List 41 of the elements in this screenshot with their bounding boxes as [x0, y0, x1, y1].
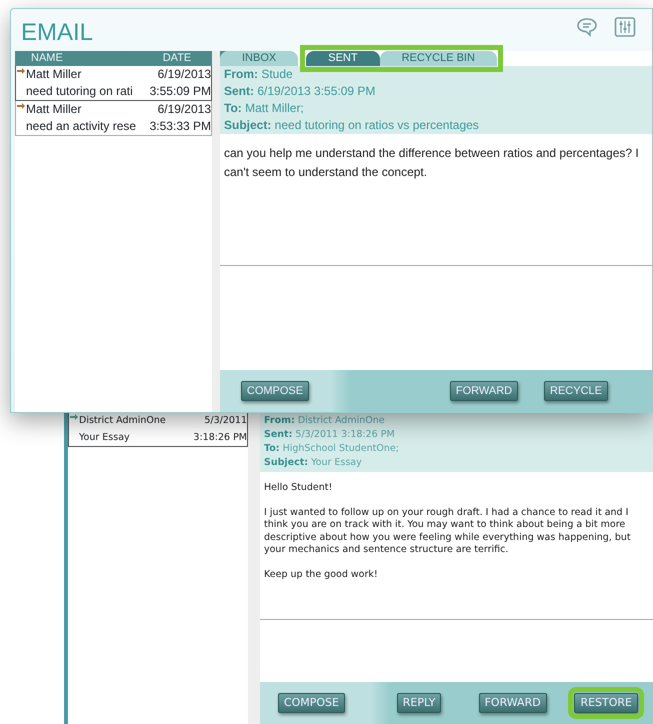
message-time: 3:55:09 PM: [148, 83, 211, 100]
header-line: To: Matt Miller;: [224, 100, 305, 117]
chat-icon[interactable]: [576, 17, 598, 37]
header-line: Sent: 6/19/2013 3:55:09 PM: [224, 83, 376, 100]
message-row[interactable]: District AdminOne 5/3/2011 Your Essay 3:18:26 PM: [68, 412, 248, 447]
message-text: I just wanted to follow up on your rough draft. I had a chance to read it and I think you are on track with it. You may want to think about being a bit more descriptive about how you were feeling while everything was happening, but your mechanics and sentence structure are terrific.: [264, 506, 632, 556]
tab[interactable]: SENT: [306, 51, 380, 66]
action-button[interactable]: REPLY: [396, 693, 442, 713]
message-row[interactable]: Matt Miller 6/19/2013 need tutoring on rati 3:55:09 PM: [15, 66, 212, 101]
sender-name: Matt Miller: [26, 66, 82, 83]
message-subject: need an activity resе: [26, 118, 138, 135]
message-text: Hello Student!: [264, 482, 334, 494]
column-header: NAME: [30, 51, 64, 66]
message-date: 6/19/2013: [156, 101, 211, 118]
message-text: can you help me understand the difference between ratios and percentages? I can't seem to understand the concept.: [224, 145, 640, 181]
message-subject: Your Essay: [79, 431, 131, 445]
settings-icon[interactable]: [614, 17, 636, 37]
header-line: From: Stude: [224, 66, 294, 83]
action-button[interactable]: COMPOSE: [278, 693, 345, 713]
message-text: Keep up the good work!: [264, 568, 379, 581]
message-date: 5/3/2011: [203, 414, 247, 428]
message-time: 3:18:26 PM: [192, 431, 247, 445]
header-line: Sent: 5/3/2011 3:18:26 PM: [264, 428, 396, 442]
header-line: Subject: Your Essay: [264, 456, 363, 470]
action-button[interactable]: FORWARD: [450, 381, 518, 401]
tab[interactable]: INBOX: [220, 51, 298, 66]
tab[interactable]: RECYCLE BIN: [380, 51, 497, 66]
action-button[interactable]: RECYCLE: [544, 381, 608, 401]
message-date: 6/19/2013: [156, 66, 211, 83]
header-line: To: HighSchool StudentOne;: [264, 442, 400, 456]
sender-name: Matt Miller: [26, 101, 82, 118]
message-subject: need tutoring on rati: [26, 83, 134, 100]
header-line: Subject: need tutoring on ratios vs percentages: [224, 117, 480, 134]
message-row[interactable]: Matt Miller 6/19/2013 need an activity resе 3:53:33 PM: [15, 101, 212, 136]
header-line: From: District AdminOne: [264, 414, 386, 428]
column-header: DATE: [162, 51, 192, 66]
message-time: 3:53:33 PM: [148, 118, 211, 135]
action-button[interactable]: COMPOSE: [240, 381, 310, 401]
action-button[interactable]: FORWARD: [478, 693, 547, 713]
app-title: EMAIL: [20, 18, 94, 45]
sender-name: District AdminOne: [79, 414, 167, 428]
